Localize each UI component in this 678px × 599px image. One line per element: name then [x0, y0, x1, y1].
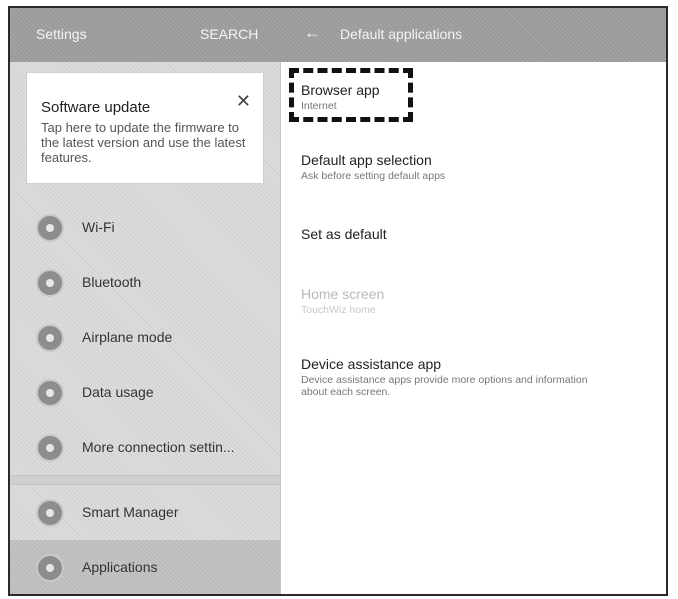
sidebar-item-wifi[interactable]: Wi-Fi: [10, 200, 280, 255]
back-arrow-icon[interactable]: ←: [304, 23, 321, 43]
bluetooth-icon: [36, 269, 64, 297]
sidebar-item-data-usage[interactable]: Data usage: [10, 365, 280, 420]
software-update-title: Software update: [41, 99, 151, 116]
home-screen-setting: Home screen TouchWiz home: [301, 286, 384, 316]
sidebar-item-more-connection-settings[interactable]: More connection settin...: [10, 420, 280, 475]
search-button[interactable]: SEARCH: [200, 26, 258, 42]
sidebar-item-label: Applications: [82, 559, 158, 575]
sidebar-divider: [10, 475, 280, 485]
more-connections-icon: [36, 434, 64, 462]
setting-title: Default app selection: [301, 152, 432, 168]
default-app-selection-setting[interactable]: Default app selection Ask before setting…: [301, 152, 445, 182]
smart-manager-icon: [36, 499, 64, 527]
sidebar-item-applications[interactable]: Applications: [10, 540, 280, 594]
setting-title: Device assistance app: [301, 356, 442, 372]
settings-title: Settings: [36, 26, 87, 42]
sidebar-item-label: Data usage: [82, 384, 154, 400]
software-update-body: Tap here to update the firmware to the l…: [41, 120, 246, 165]
airplane-icon: [36, 324, 64, 352]
sidebar-nav: Wi-Fi Bluetooth Airplane mode Data usage…: [10, 200, 280, 594]
setting-title: Browser app: [301, 82, 380, 98]
sidebar-item-smart-manager[interactable]: Smart Manager: [10, 485, 280, 540]
close-icon[interactable]: ✕: [236, 91, 251, 112]
sidebar-item-label: More connection settin...: [82, 439, 235, 455]
sidebar-item-label: Wi-Fi: [82, 219, 115, 235]
sidebar-item-airplane-mode[interactable]: Airplane mode: [10, 310, 280, 365]
applications-icon: [36, 554, 64, 582]
default-apps-panel: Browser app Internet Default app selecti…: [281, 62, 666, 594]
set-as-default-setting[interactable]: Set as default: [301, 226, 387, 242]
setting-title: Set as default: [301, 226, 387, 242]
setting-description: Ask before setting default apps: [301, 170, 446, 182]
device-screen: Settings SEARCH ← Default applications S…: [8, 6, 668, 596]
setting-value: Internet: [301, 100, 337, 112]
setting-value: TouchWiz home: [301, 304, 376, 316]
sidebar-item-bluetooth[interactable]: Bluetooth: [10, 255, 280, 310]
page-title: Default applications: [340, 26, 463, 42]
app-bar: Settings SEARCH ← Default applications: [10, 8, 666, 62]
setting-title: Home screen: [301, 286, 385, 302]
sidebar-item-label: Airplane mode: [82, 329, 173, 345]
sidebar-item-label: Bluetooth: [82, 274, 142, 290]
sidebar-item-label: Smart Manager: [82, 504, 179, 520]
wifi-icon: [36, 214, 64, 242]
browser-app-setting[interactable]: Browser app Internet: [301, 82, 380, 112]
software-update-card[interactable]: Software update Tap here to update the f…: [26, 72, 264, 184]
setting-description: Device assistance apps provide more opti…: [301, 374, 588, 398]
device-assistance-app-setting[interactable]: Device assistance app Device assistance …: [301, 356, 601, 398]
data-usage-icon: [36, 379, 64, 407]
settings-sidebar: Software update Tap here to update the f…: [10, 62, 281, 594]
